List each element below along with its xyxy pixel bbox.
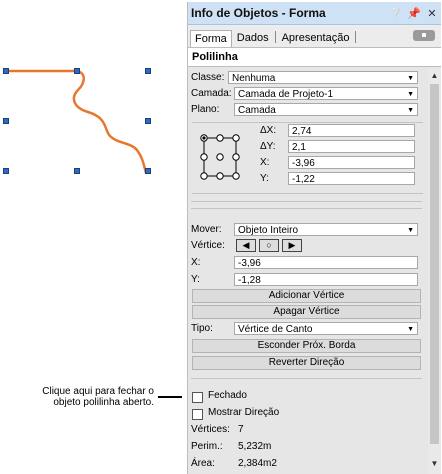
object-type-label: Polilinha (188, 47, 441, 67)
circle-icon: ○ (266, 240, 272, 250)
mover-value: Objeto Inteiro (238, 225, 299, 236)
y-field[interactable]: -1,22 (288, 172, 415, 185)
callout-text: Clique aqui para fechar o objeto polilin… (42, 386, 154, 408)
selection-handle-top-left[interactable] (3, 68, 9, 74)
object-info-panel: Info de Objetos - Forma ❔ 📌 ✕ Forma Dado… (187, 2, 441, 474)
hide-edge-button[interactable]: Esconder Próx. Borda (192, 339, 421, 353)
panel-titlebar[interactable]: Info de Objetos - Forma ❔ 📌 ✕ (188, 2, 441, 25)
y-label: Y: (260, 173, 269, 184)
selection-handle-middle-left[interactable] (3, 118, 9, 124)
reference-point-selector[interactable] (198, 132, 242, 182)
tab-separator (355, 31, 357, 43)
area-label: Área: (191, 458, 215, 469)
tab-dados[interactable]: Dados (232, 29, 274, 47)
chevron-down-icon: ▼ (407, 326, 414, 333)
chevron-down-icon: ▼ (407, 91, 414, 98)
tab-apresentacao[interactable]: Apresentação (277, 29, 355, 47)
delete-vertex-button[interactable]: Apagar Vértice (192, 305, 421, 319)
camada-label: Camada: (191, 88, 232, 99)
x-label: X: (260, 157, 270, 168)
scroll-up-icon[interactable]: ▲ (428, 70, 441, 82)
callout-leader-line (158, 396, 182, 398)
pin-icon[interactable]: 📌 (405, 7, 423, 20)
vertex-x-label: X: (191, 257, 201, 268)
close-icon[interactable]: ✕ (423, 7, 441, 20)
classe-value: Nenhuma (232, 73, 276, 84)
mostrar-direcao-checkbox[interactable] (192, 409, 203, 420)
classe-label: Classe: (191, 72, 225, 83)
perim-value: 5,232m (238, 441, 272, 452)
vertices-value: 7 (238, 424, 244, 435)
chevron-down-icon: ▼ (407, 75, 414, 82)
plano-value: Camada (238, 105, 276, 116)
selection-handle-top-middle[interactable] (74, 68, 80, 74)
current-vertex-button[interactable]: ○ (259, 239, 279, 252)
vertex-x-field[interactable]: -3,96 (234, 256, 418, 269)
drawing-canvas[interactable]: Clique aqui para fechar o objeto polilin… (0, 0, 187, 474)
delta-x-label: ΔX: (260, 125, 277, 136)
previous-vertex-button[interactable]: ◀ (236, 239, 256, 252)
selection-handle-bottom-middle[interactable] (74, 168, 80, 174)
tipo-label: Tipo: (191, 323, 213, 334)
mostrar-direcao-label: Mostrar Direção (208, 407, 280, 418)
scroll-down-icon[interactable]: ▼ (428, 458, 441, 470)
selection-handle-top-right[interactable] (145, 68, 151, 74)
camada-value: Camada de Projeto-1 (238, 89, 334, 100)
tab-separator (274, 31, 276, 43)
vertex-y-field[interactable]: -1,28 (234, 273, 418, 286)
camada-dropdown[interactable]: Camada de Projeto-1 ▼ (234, 87, 418, 100)
tipo-value: Vértice de Canto (238, 324, 313, 335)
panel-title: Info de Objetos - Forma (191, 6, 326, 20)
reverse-direction-button[interactable]: Reverter Direção (192, 356, 421, 370)
vertices-label: Vértices: (191, 424, 230, 435)
delta-y-label: ΔY: (260, 141, 276, 152)
plano-label: Plano: (191, 104, 220, 115)
selection-handle-middle-right[interactable] (145, 118, 151, 124)
fechado-label: Fechado (208, 390, 247, 401)
classe-dropdown[interactable]: Nenhuma ▼ (228, 71, 418, 84)
vertice-label: Vértice: (191, 240, 225, 251)
tab-forma[interactable]: Forma (190, 30, 232, 47)
tabs-toggle-button[interactable] (413, 30, 435, 41)
vertex-y-label: Y: (191, 274, 200, 285)
lightbulb-icon[interactable]: ❔ (387, 7, 405, 20)
panel-scrollbar[interactable]: ▲ ▼ (428, 68, 441, 474)
x-field[interactable]: -3,96 (288, 156, 415, 169)
chevron-down-icon: ▼ (407, 107, 414, 114)
section-divider (191, 208, 422, 209)
area-value: 2,384m2 (238, 458, 277, 469)
next-vertex-button[interactable]: ▶ (282, 239, 302, 252)
section-divider (191, 201, 422, 202)
mover-dropdown[interactable]: Objeto Inteiro ▼ (234, 223, 418, 236)
triangle-left-icon: ◀ (242, 240, 250, 250)
mover-label: Mover: (191, 224, 222, 235)
delta-y-field[interactable]: 2,1 (288, 140, 415, 153)
perim-label: Perim.: (191, 441, 223, 452)
plano-dropdown[interactable]: Camada ▼ (234, 103, 418, 116)
selection-handle-bottom-right[interactable] (145, 168, 151, 174)
tipo-dropdown[interactable]: Vértice de Canto ▼ (234, 322, 418, 335)
section-divider (191, 378, 422, 379)
add-vertex-button[interactable]: Adicionar Vértice (192, 289, 421, 303)
triangle-right-icon: ▶ (288, 240, 296, 250)
delta-x-field[interactable]: 2,74 (288, 124, 415, 137)
panel-tabs: Forma Dados Apresentação (188, 25, 441, 47)
panel-content: Classe: Nenhuma ▼ Camada: Camada de Proj… (188, 68, 425, 474)
chevron-down-icon: ▼ (407, 227, 414, 234)
scrollbar-thumb[interactable] (430, 84, 439, 444)
selection-handle-bottom-left[interactable] (3, 168, 9, 174)
fechado-checkbox[interactable] (192, 392, 203, 403)
